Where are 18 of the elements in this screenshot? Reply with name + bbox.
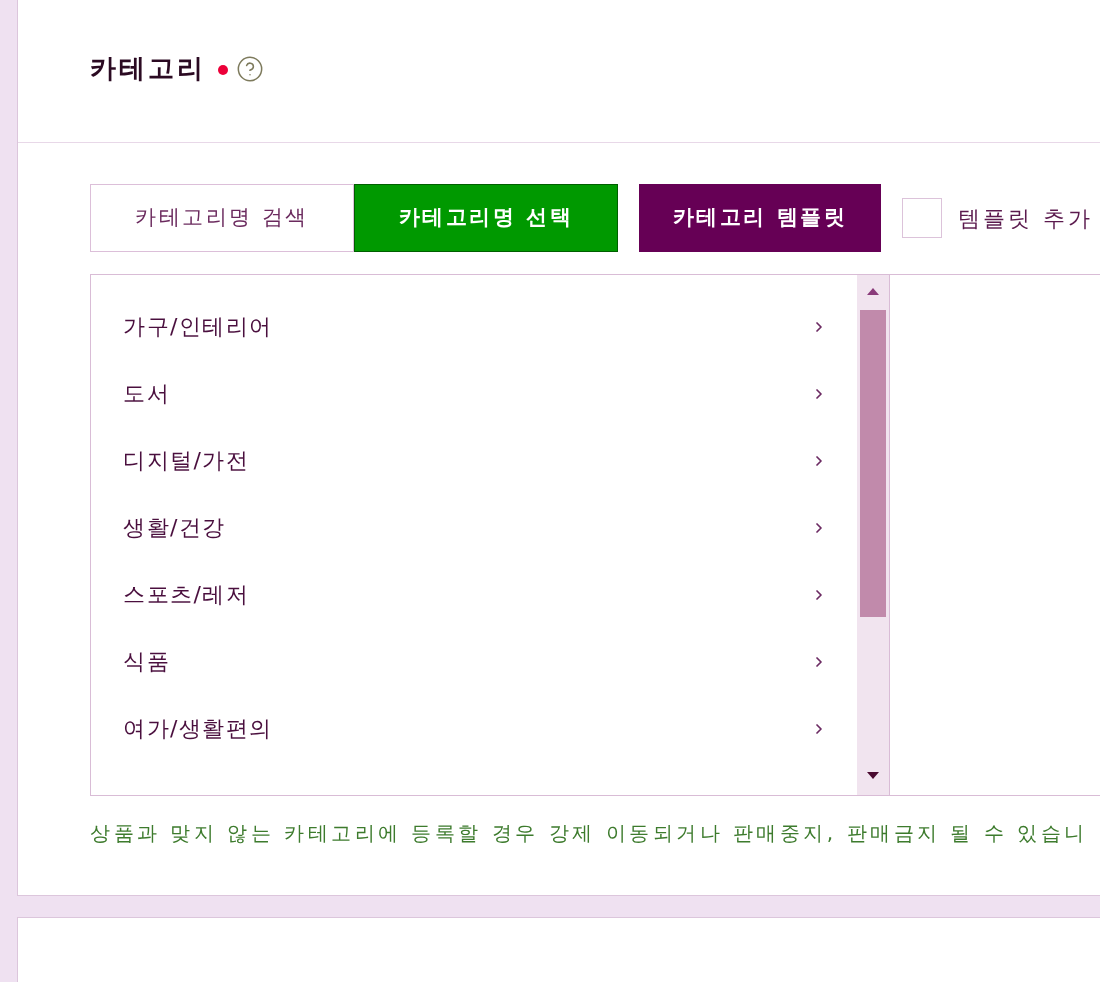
category-item[interactable]: 도서 xyxy=(91,360,857,427)
category-item[interactable]: 디지털/가전 xyxy=(91,427,857,494)
checkbox-label[interactable]: 템플릿 추가 xyxy=(958,201,1093,235)
category-item[interactable]: 여가/생활편의 xyxy=(91,695,857,762)
category-item[interactable]: 가구/인테리어 xyxy=(91,293,857,360)
help-icon[interactable] xyxy=(236,55,264,83)
category-item[interactable]: 생활/건강 xyxy=(91,494,857,561)
template-button[interactable]: 카테고리 템플릿 xyxy=(639,184,881,252)
category-tab[interactable]: 카테고리명 선택 xyxy=(354,184,618,252)
scrollbar-thumb[interactable] xyxy=(860,310,886,617)
template-checkbox[interactable] xyxy=(902,198,942,238)
category-item[interactable]: 스포츠/레저 xyxy=(91,561,857,628)
category-tab[interactable]: 카테고리명 검색 xyxy=(90,184,354,252)
scroll-down-arrow-icon[interactable] xyxy=(867,771,879,779)
section-title: 카테고리 xyxy=(90,51,206,85)
scroll-up-arrow-icon[interactable] xyxy=(867,288,879,295)
category-item[interactable]: 식품 xyxy=(91,628,857,695)
category-notice: 상품과 맞지 않는 카테고리에 등록할 경우 강제 이동되거나 판매중지, 판매금지 될 수 있습니 xyxy=(90,820,1089,847)
